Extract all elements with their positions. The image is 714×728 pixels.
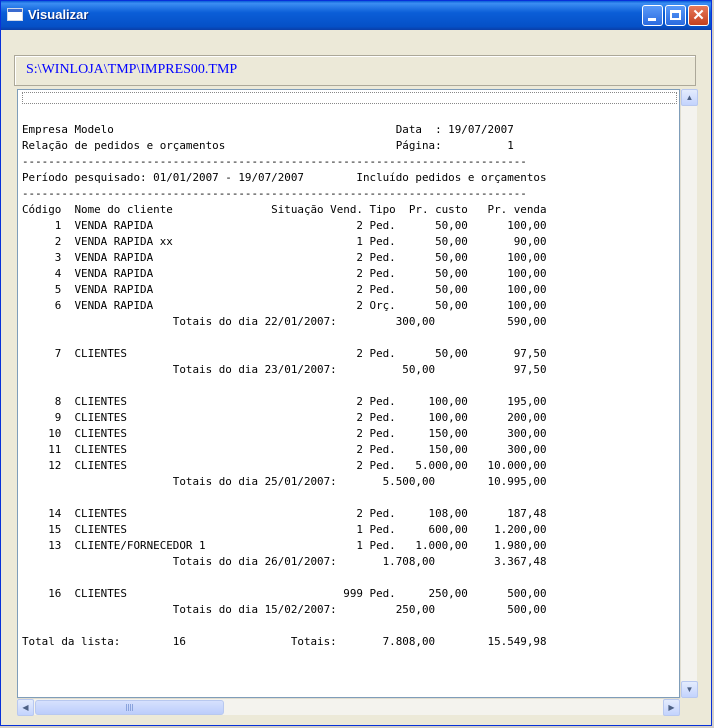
report-text: Empresa Modelo Data : 19/07/2007 Relação… <box>22 123 547 648</box>
report-viewer[interactable]: Empresa Modelo Data : 19/07/2007 Relação… <box>17 89 680 698</box>
scroll-left-button[interactable]: ◀ <box>17 699 34 716</box>
file-path-label: S:\WINLOJA\TMP\IMPRES00.TMP <box>26 62 238 77</box>
close-icon: ✕ <box>692 7 705 24</box>
window-client-area: S:\WINLOJA\TMP\IMPRES00.TMP Empresa Mode… <box>5 30 707 723</box>
horizontal-scrollbar[interactable]: ◀ ▶ <box>17 698 680 716</box>
grip-icon <box>126 704 134 711</box>
focus-line <box>22 92 677 104</box>
minimize-button[interactable] <box>642 5 663 26</box>
arrow-right-icon: ▶ <box>668 703 675 712</box>
file-path-panel: S:\WINLOJA\TMP\IMPRES00.TMP <box>14 55 696 86</box>
scroll-up-button[interactable]: ▲ <box>681 89 698 106</box>
arrow-up-icon: ▲ <box>685 93 694 102</box>
vertical-scrollbar[interactable]: ▲ ▼ <box>680 89 698 698</box>
scroll-down-button[interactable]: ▼ <box>681 681 698 698</box>
window-icon <box>7 8 23 21</box>
window-title: Visualizar <box>28 7 89 22</box>
arrow-down-icon: ▼ <box>685 685 694 694</box>
arrow-left-icon: ◀ <box>22 703 29 712</box>
viewer-window: Visualizar ✕ S:\WINLOJA\TMP\IMPRES00.TMP… <box>0 0 712 726</box>
minimize-icon <box>648 18 656 21</box>
scrollbar-corner <box>680 698 697 715</box>
horizontal-scroll-thumb[interactable] <box>35 700 224 715</box>
maximize-icon <box>670 10 681 20</box>
close-button[interactable]: ✕ <box>688 5 709 26</box>
maximize-button[interactable] <box>665 5 686 26</box>
scroll-right-button[interactable]: ▶ <box>663 699 680 716</box>
title-bar[interactable]: Visualizar ✕ <box>1 1 711 30</box>
